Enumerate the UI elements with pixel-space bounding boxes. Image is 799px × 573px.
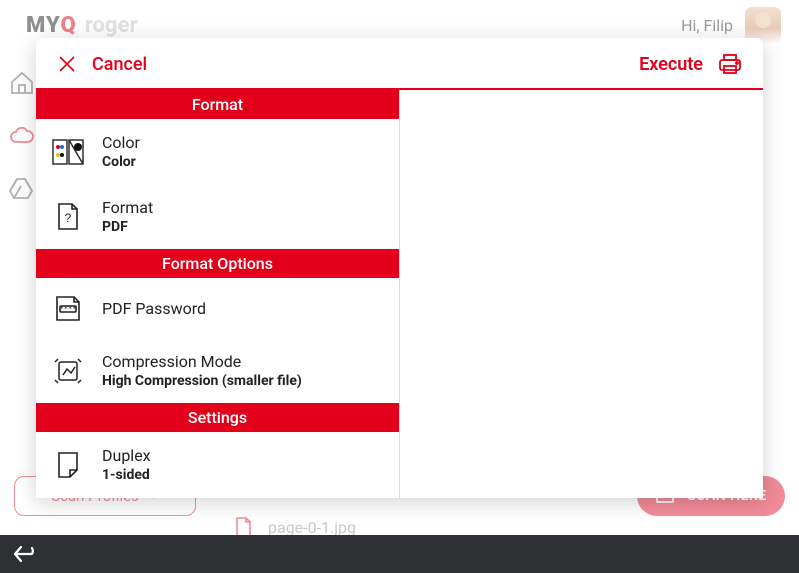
- file-question-icon: ?: [52, 201, 84, 233]
- execute-label: Execute: [639, 54, 703, 75]
- svg-text:?: ?: [65, 211, 72, 225]
- close-icon: [56, 53, 78, 75]
- password-icon: ****: [52, 292, 84, 324]
- setting-pdf-password[interactable]: **** PDF Password: [36, 278, 399, 338]
- setting-value: 1-sided: [102, 467, 151, 483]
- cancel-label: Cancel: [92, 54, 147, 75]
- svg-text:****: ****: [60, 305, 77, 313]
- setting-label: Duplex: [102, 446, 151, 465]
- logo: MYQ roger: [26, 13, 138, 38]
- user-greeting: Hi, Filip: [681, 16, 733, 35]
- section-format-options: Format Options: [36, 249, 399, 278]
- setting-label: PDF Password: [102, 299, 206, 318]
- setting-format[interactable]: ? Format PDF: [36, 184, 399, 249]
- modal-preview-pane: [400, 90, 763, 498]
- back-icon[interactable]: [12, 543, 42, 565]
- printer-icon: [717, 52, 743, 76]
- cancel-button[interactable]: Cancel: [56, 53, 147, 75]
- setting-resolution[interactable]: Resolution: [36, 497, 399, 498]
- logo-myq: MYQ: [26, 13, 77, 38]
- setting-value: Color: [102, 154, 140, 170]
- logo-roger: roger: [85, 13, 138, 38]
- system-bar: [0, 535, 799, 573]
- compression-icon: [52, 355, 84, 387]
- execute-button[interactable]: Execute: [639, 52, 743, 76]
- setting-value: PDF: [102, 219, 153, 235]
- logo-text-my: MY: [26, 13, 60, 38]
- setting-color[interactable]: Color Color: [36, 119, 399, 184]
- setting-label: Color: [102, 133, 140, 152]
- settings-list[interactable]: Format Color: [36, 90, 400, 498]
- file-name: page-0-1.jpg: [268, 518, 356, 537]
- setting-value: High Compression (smaller file): [102, 373, 302, 389]
- section-format: Format: [36, 90, 399, 119]
- setting-duplex[interactable]: Duplex 1-sided: [36, 432, 399, 497]
- color-icon: [52, 136, 84, 168]
- setting-label: Format: [102, 198, 153, 217]
- modal-body: Format Color: [36, 90, 763, 498]
- section-settings: Settings: [36, 403, 399, 432]
- setting-compression[interactable]: Compression Mode High Compression (small…: [36, 338, 399, 403]
- scan-settings-modal: Cancel Execute Format: [36, 38, 763, 498]
- duplex-icon: [52, 449, 84, 481]
- logo-text-q: Q: [60, 13, 76, 38]
- setting-label: Compression Mode: [102, 352, 302, 371]
- modal-header: Cancel Execute: [36, 38, 763, 90]
